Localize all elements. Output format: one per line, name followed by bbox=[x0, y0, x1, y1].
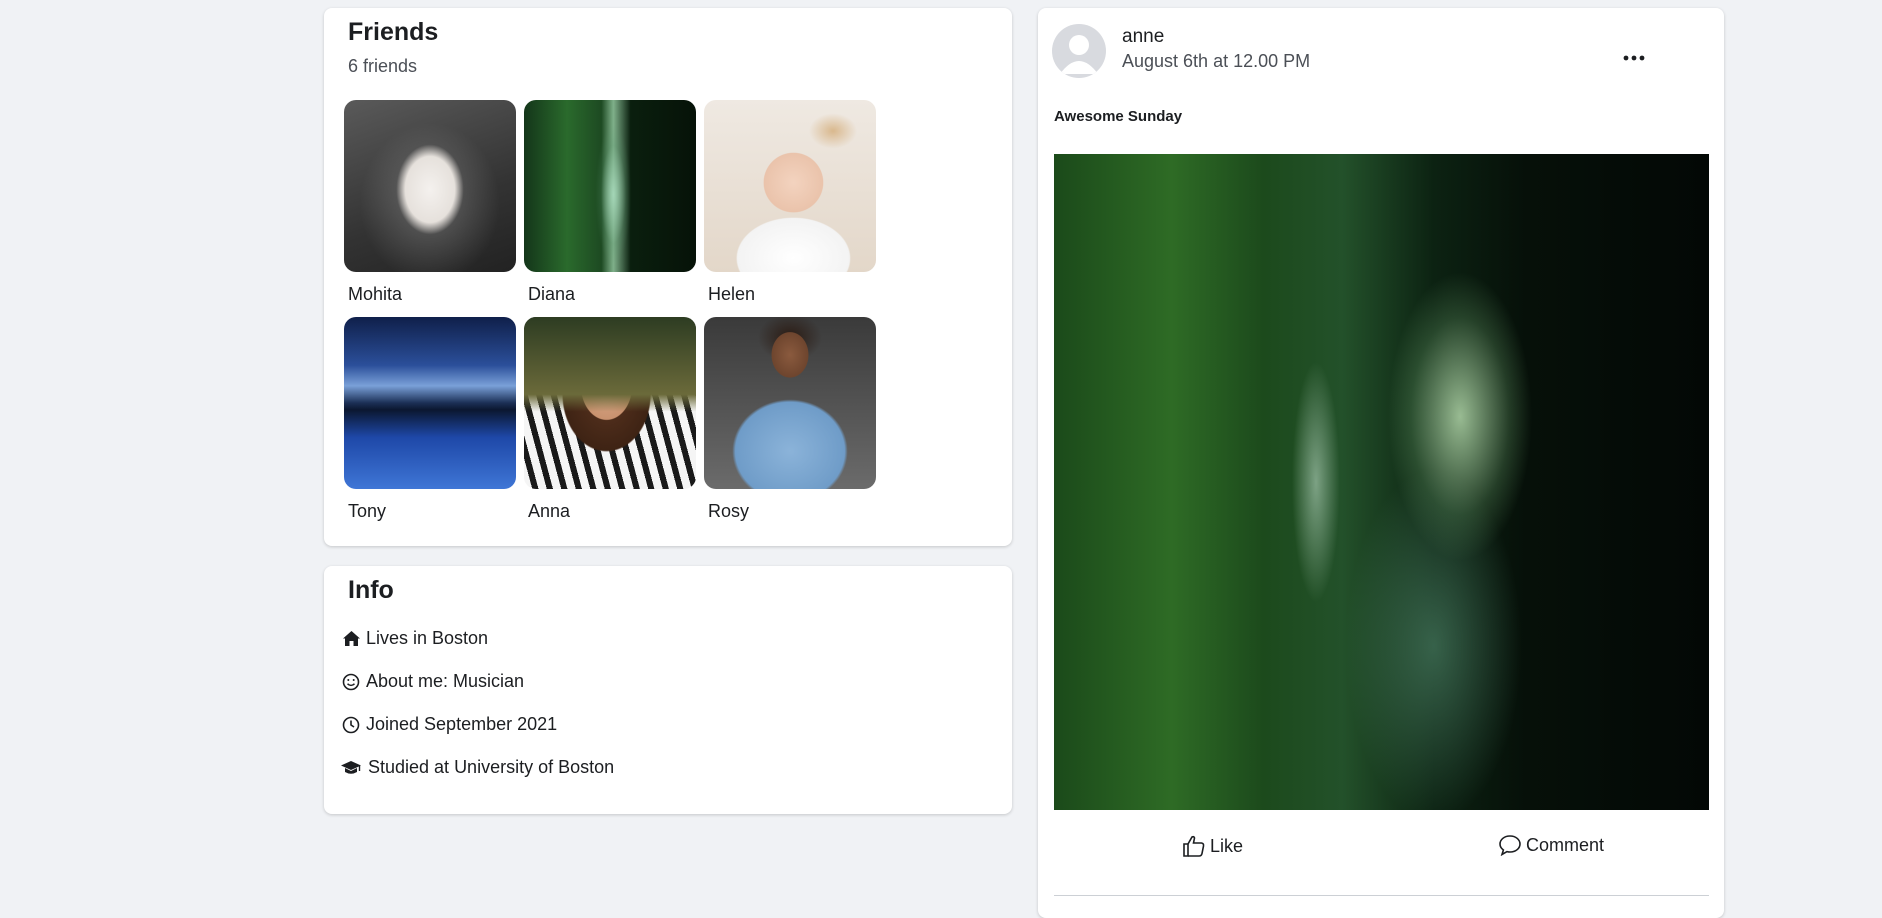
friend-name[interactable]: Diana bbox=[528, 284, 575, 305]
graduation-cap-icon bbox=[340, 760, 362, 776]
info-card: Info Lives in Boston About me: Musician … bbox=[324, 566, 1012, 814]
post-card: anne August 6th at 12.00 PM Awesome Sund… bbox=[1038, 8, 1724, 918]
friends-title: Friends bbox=[348, 18, 439, 46]
friend-photo[interactable] bbox=[704, 317, 876, 489]
info-text: Joined September 2021 bbox=[366, 714, 558, 734]
info-text: About me: Musician bbox=[366, 671, 525, 691]
info-item-location: Lives in Boston bbox=[340, 628, 488, 649]
friend-name[interactable]: Anna bbox=[528, 501, 570, 522]
friends-card: Friends 6 friends Mohita Diana Helen Ton… bbox=[324, 8, 1012, 546]
friend-item[interactable]: Tony bbox=[344, 317, 516, 521]
friend-item[interactable]: Helen bbox=[704, 100, 876, 304]
post-image[interactable] bbox=[1054, 154, 1709, 810]
friend-item[interactable]: Diana bbox=[524, 100, 696, 304]
smile-icon bbox=[340, 673, 362, 691]
clock-icon bbox=[340, 716, 362, 734]
friend-item[interactable]: Rosy bbox=[704, 317, 876, 521]
post-author[interactable]: anne bbox=[1122, 26, 1164, 48]
info-item-education: Studied at University of Boston bbox=[340, 757, 614, 778]
info-item-about: About me: Musician bbox=[340, 671, 524, 692]
post-timestamp[interactable]: August 6th at 12.00 PM bbox=[1122, 51, 1310, 72]
comment-icon bbox=[1499, 835, 1521, 856]
comment-label[interactable]: Comment bbox=[1526, 835, 1604, 856]
like-label[interactable]: Like bbox=[1210, 836, 1243, 857]
info-text: Lives in Boston bbox=[366, 628, 489, 648]
friend-name[interactable]: Helen bbox=[708, 284, 755, 305]
friend-item[interactable]: Mohita bbox=[344, 100, 516, 304]
friend-photo[interactable] bbox=[344, 100, 516, 272]
info-item-joined: Joined September 2021 bbox=[340, 714, 557, 735]
thumbs-up-icon bbox=[1183, 835, 1205, 857]
more-icon bbox=[1623, 55, 1645, 61]
comment-button[interactable]: Comment bbox=[1498, 834, 1604, 856]
friend-photo[interactable] bbox=[524, 100, 696, 272]
more-options-button[interactable] bbox=[1618, 48, 1650, 68]
friend-photo[interactable] bbox=[524, 317, 696, 489]
info-text: Studied at University of Boston bbox=[368, 757, 615, 777]
like-button[interactable]: Like bbox=[1182, 834, 1243, 858]
friend-photo[interactable] bbox=[704, 100, 876, 272]
post-caption: Awesome Sunday bbox=[1054, 108, 1183, 125]
friend-name[interactable]: Mohita bbox=[348, 284, 402, 305]
info-title: Info bbox=[348, 576, 394, 604]
home-icon bbox=[340, 630, 362, 647]
friend-name[interactable]: Tony bbox=[348, 501, 386, 522]
friend-item[interactable]: Anna bbox=[524, 317, 696, 521]
friend-name[interactable]: Rosy bbox=[708, 501, 749, 522]
friend-photo[interactable] bbox=[344, 317, 516, 489]
divider bbox=[1054, 895, 1709, 896]
photo-background bbox=[524, 317, 696, 489]
friend-count: 6 friends bbox=[348, 56, 418, 76]
avatar[interactable] bbox=[1052, 24, 1106, 78]
default-avatar-icon bbox=[1060, 35, 1098, 74]
